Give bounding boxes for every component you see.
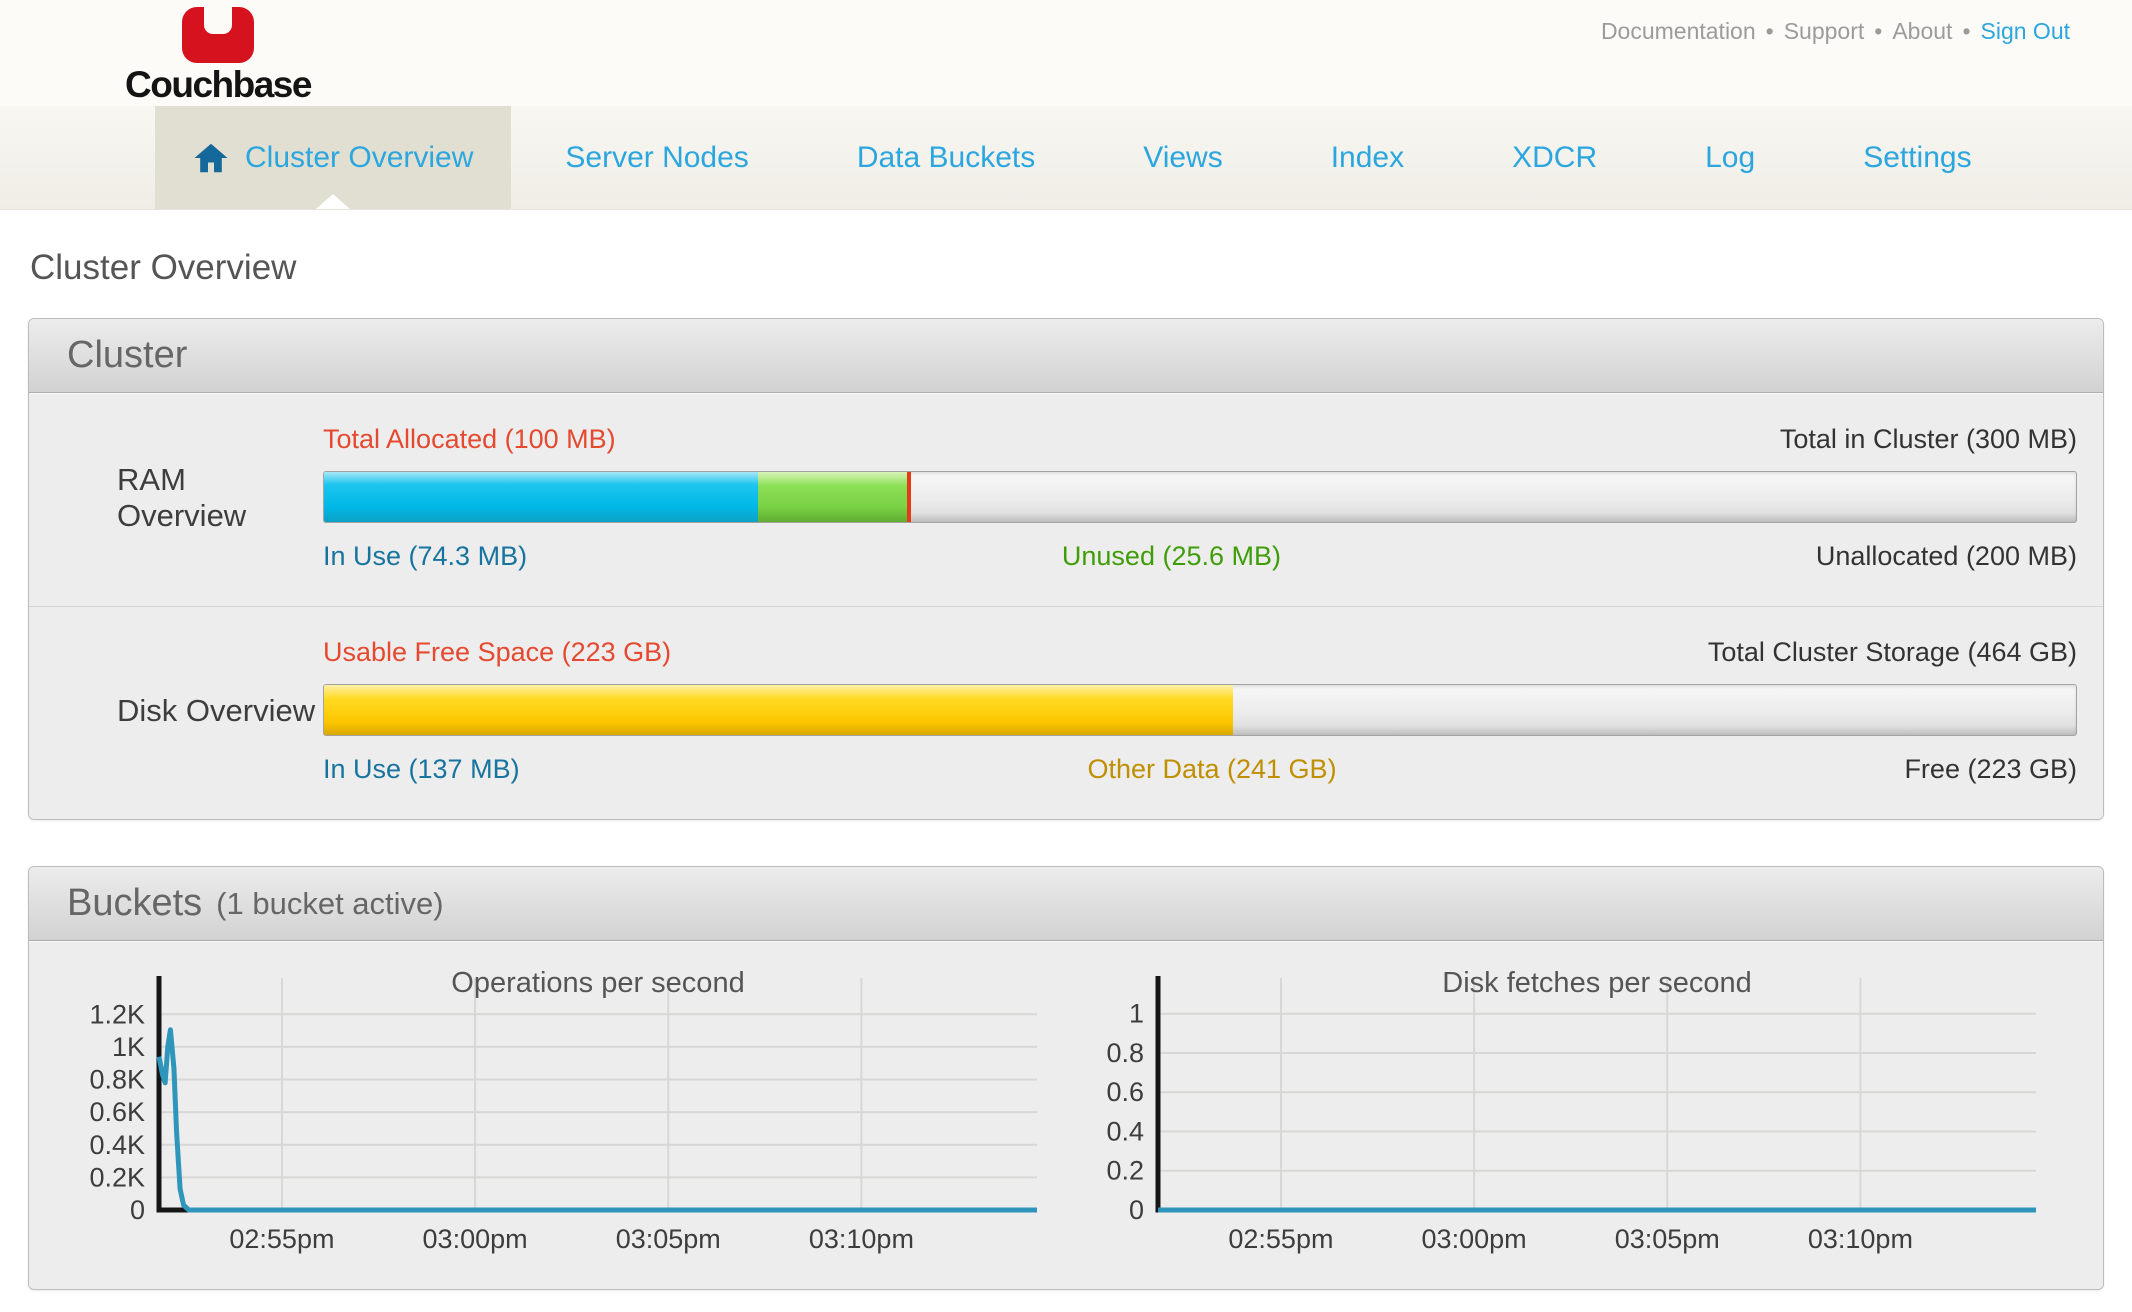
tab-label: Settings [1863,141,1971,175]
tab-server-nodes[interactable]: Server Nodes [511,106,802,209]
page-title: Cluster Overview [30,248,2132,288]
tab-label: Views [1143,141,1222,175]
y-tick-label: 0 [130,1195,145,1225]
ram-seg-in-use [324,472,758,522]
buckets-panel: Buckets (1 bucket active) 02:55pm 03:00pm… [28,866,2104,1290]
logo-text: Couchbase [118,66,318,103]
ram-row-label: RAM Overview [29,424,323,572]
y-tick-label: 1 [1129,999,1144,1029]
y-tick-label: 0.6 [1106,1077,1144,1107]
x-tick-label: 02:55pm [1228,1224,1333,1254]
tab-label: Server Nodes [565,141,748,175]
separator: • [1874,18,1882,44]
y-tick-label: 1.2K [89,999,145,1029]
ram-top-labels: Total Allocated (100 MB) Total in Cluste… [323,424,2077,455]
y-tick-label: 0.4K [89,1130,145,1160]
y-tick-label: 1K [112,1032,145,1062]
y-tick-label: 0.8 [1106,1038,1144,1068]
tab-views[interactable]: Views [1089,106,1276,209]
documentation-link[interactable]: Documentation [1601,18,1756,44]
buckets-panel-title: Buckets [67,882,202,925]
about-link[interactable]: About [1892,18,1952,44]
tab-label: Index [1331,141,1404,175]
disk-fetches-chart-svg: 02:55pm 03:00pm 03:05pm 03:10pm 1 0.8 0.6 0.4 0.… [1074,968,2059,1258]
ram-total-in-cluster-label: Total in Cluster (300 MB) [1780,424,2077,455]
x-tick-label: 03:05pm [1615,1224,1720,1254]
ram-unused-label: Unused (25.6 MB) [1062,541,1281,572]
home-icon [193,140,229,176]
operations-chart-svg: 02:55pm03:00pm03:05pm03:10pm1.2K1K0.8K0.… [75,968,1060,1258]
tab-settings[interactable]: Settings [1809,106,2025,209]
ram-unallocated-label: Unallocated (200 MB) [1816,541,2077,572]
couchbase-couch-icon [181,6,255,64]
y-tick-label: 0.4 [1106,1116,1144,1146]
tab-data-buckets[interactable]: Data Buckets [803,106,1089,209]
cluster-panel: Cluster RAM Overview Total Allocated (10… [28,318,2104,820]
ram-bar-column: Total Allocated (100 MB) Total in Cluste… [323,424,2077,572]
y-tick-label: 0 [1129,1195,1144,1225]
tab-xdcr[interactable]: XDCR [1458,106,1651,209]
y-tick-label: 0.6K [89,1097,145,1127]
chart-title: Disk fetches per second [1442,968,1751,999]
ram-quota-marker [907,472,911,522]
disk-bar-column: Usable Free Space (223 GB) Total Cluster… [323,637,2077,785]
tab-log[interactable]: Log [1651,106,1809,209]
tab-index[interactable]: Index [1277,106,1458,209]
couchbase-logo: Couchbase [118,6,318,103]
x-tick-label: 03:00pm [1422,1224,1527,1254]
x-tick-label: 03:10pm [1808,1224,1913,1254]
ram-usage-bar [323,471,2077,523]
disk-free-label: Free (223 GB) [1904,754,2077,785]
disk-row-label: Disk Overview [29,637,323,785]
tab-label: XDCR [1512,141,1597,175]
x-tick-label: 02:55pm [229,1224,334,1254]
separator: • [1962,18,1970,44]
cluster-panel-header: Cluster [29,319,2103,393]
tab-label: Cluster Overview [245,141,473,175]
separator: • [1766,18,1774,44]
disk-overview-row: Disk Overview Usable Free Space (223 GB)… [29,607,2103,819]
disk-usable-free-space-label: Usable Free Space (223 GB) [323,637,671,668]
tab-label: Log [1705,141,1755,175]
disk-top-labels: Usable Free Space (223 GB) Total Cluster… [323,637,2077,668]
ram-bottom-labels: In Use (74.3 MB) Unused (25.6 MB) Unallo… [323,541,2077,572]
disk-fetches-per-second-chart: 02:55pm 03:00pm 03:05pm 03:10pm 1 0.8 0.6 0.4 0.… [1074,968,2073,1263]
series-line [159,1030,1037,1210]
sign-out-link[interactable]: Sign Out [1981,18,2071,44]
header-links: Documentation • Support • About • Sign Out [1601,18,2070,45]
tab-label: Data Buckets [857,141,1035,175]
cluster-panel-body: RAM Overview Total Allocated (100 MB) To… [29,393,2103,819]
x-tick-label: 03:05pm [616,1224,721,1254]
support-link[interactable]: Support [1784,18,1865,44]
chart-title: Operations per second [451,968,744,999]
disk-other-data-label: Other Data (241 GB) [1087,754,1336,785]
disk-usage-bar [323,684,2077,736]
ram-in-use-label: In Use (74.3 MB) [323,541,527,572]
disk-in-use-label: In Use (137 MB) [323,754,520,785]
main-nav: Cluster Overview Server Nodes Data Bucke… [0,106,2132,210]
y-tick-label: 0.2 [1106,1156,1144,1186]
y-tick-label: 0.2K [89,1162,145,1192]
ram-overview-row: RAM Overview Total Allocated (100 MB) To… [29,394,2103,606]
bucket-charts: 02:55pm03:00pm03:05pm03:10pm1.2K1K0.8K0.… [29,942,2103,1289]
buckets-panel-subtitle: (1 bucket active) [216,886,443,922]
x-tick-label: 03:00pm [423,1224,528,1254]
y-tick-label: 0.8K [89,1065,145,1095]
operations-per-second-chart: 02:55pm03:00pm03:05pm03:10pm1.2K1K0.8K0.… [75,968,1074,1263]
active-tab-caret [316,194,350,209]
ram-seg-unused [758,472,907,522]
disk-seg-other-data [324,685,1233,735]
buckets-panel-header: Buckets (1 bucket active) [29,867,2103,941]
buckets-panel-body: 02:55pm03:00pm03:05pm03:10pm1.2K1K0.8K0.… [29,941,2103,1289]
cluster-panel-title: Cluster [67,334,187,377]
ram-total-allocated-label: Total Allocated (100 MB) [323,424,616,455]
app-header: Couchbase Documentation • Support • About • Si… [0,0,2132,106]
tab-cluster-overview[interactable]: Cluster Overview [155,106,511,209]
x-tick-label: 03:10pm [809,1224,914,1254]
disk-total-storage-label: Total Cluster Storage (464 GB) [1708,637,2077,668]
disk-bottom-labels: In Use (137 MB) Other Data (241 GB) Free… [323,754,2077,785]
